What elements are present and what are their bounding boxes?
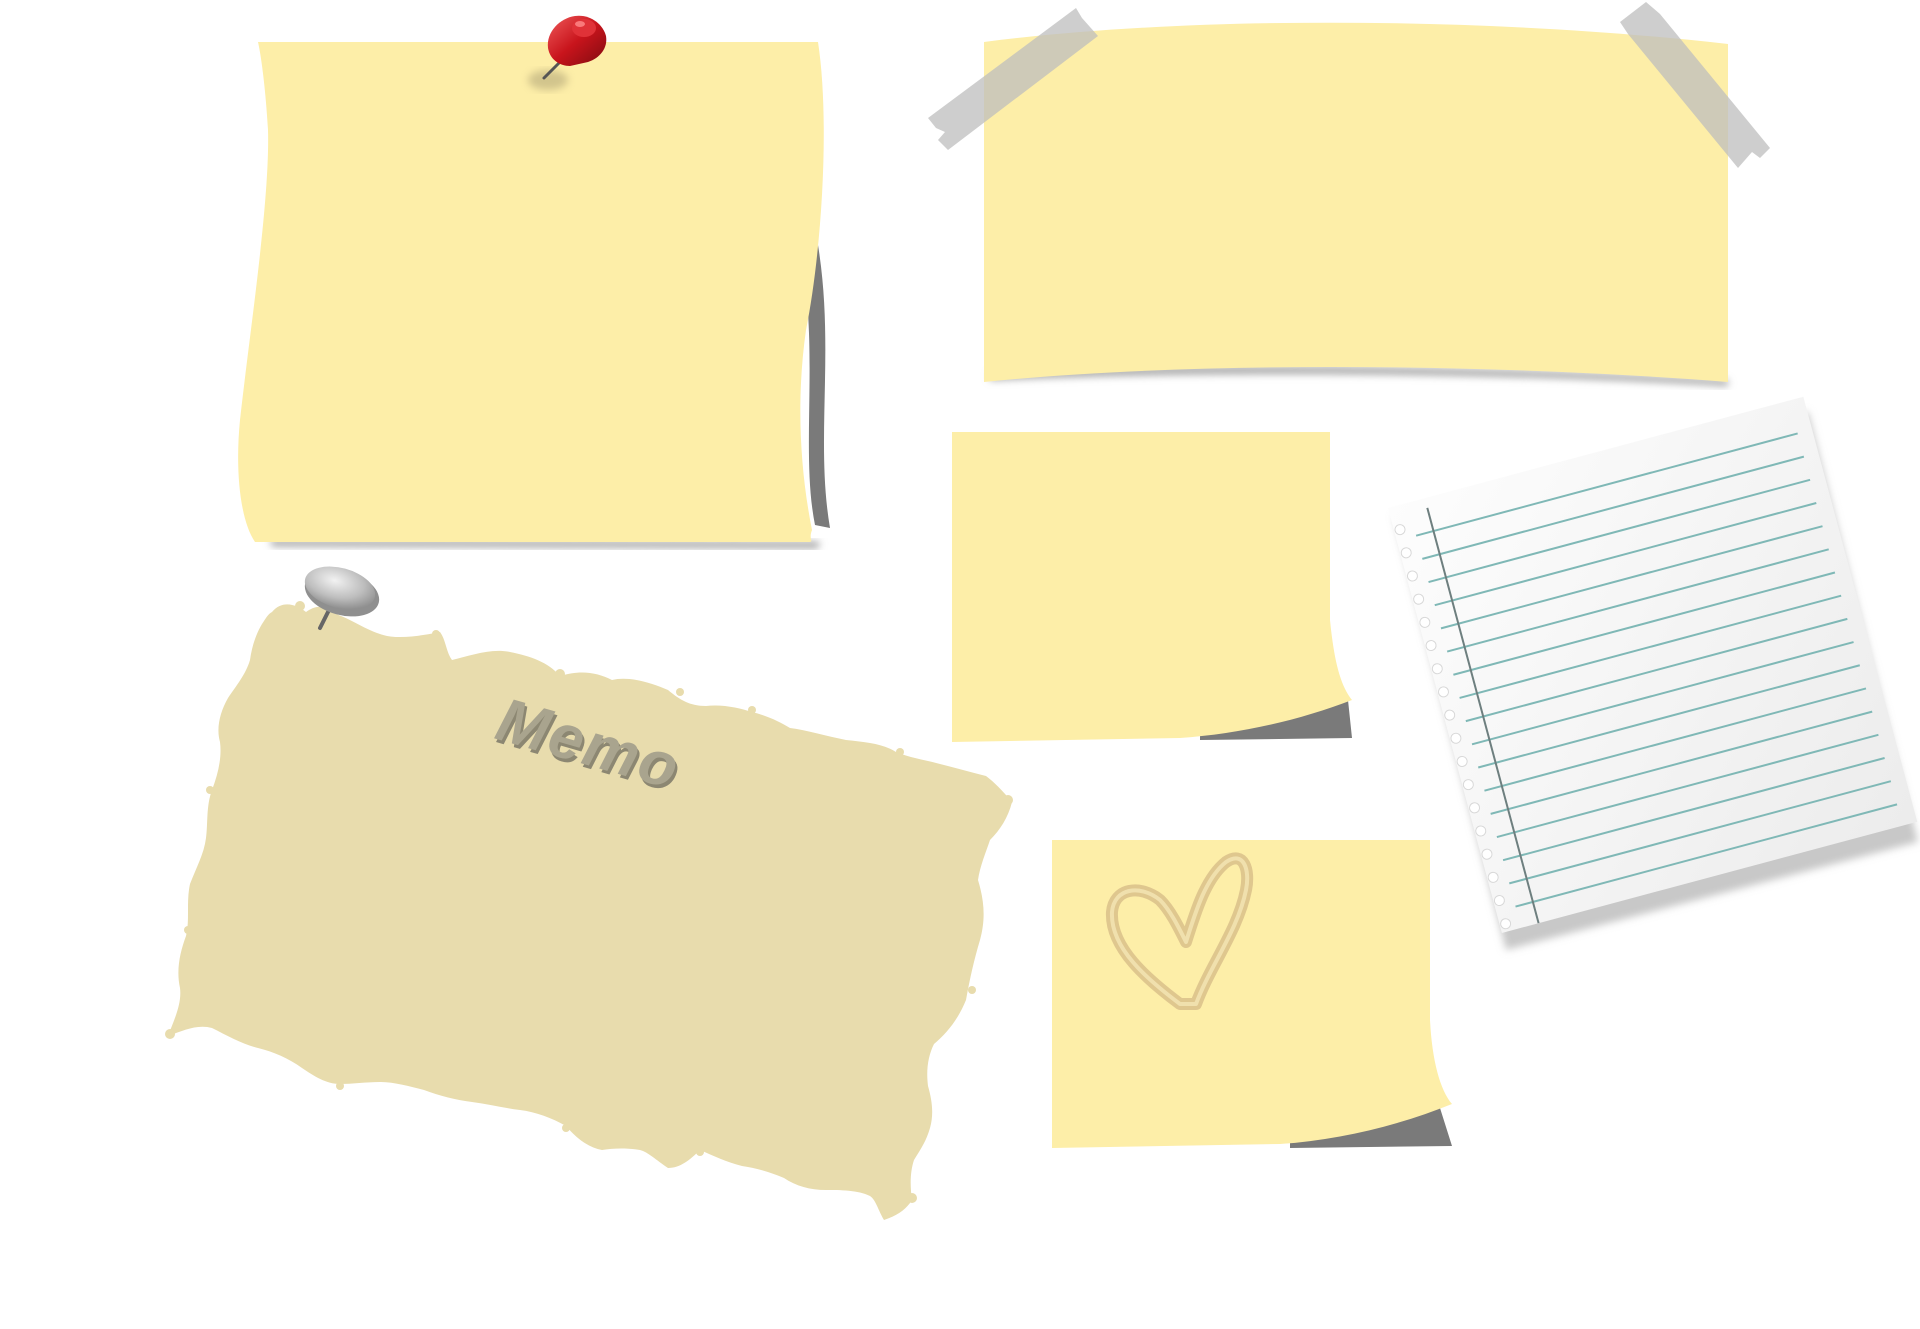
sticky-notes-board: Memo Memo bbox=[165, 2, 1918, 1220]
sticky-note-curled-square[interactable] bbox=[952, 432, 1352, 742]
notebook-page[interactable] bbox=[1388, 396, 1918, 950]
sticky-note-taped-paper bbox=[984, 22, 1728, 382]
torn-memo-paper-sheet bbox=[168, 604, 1012, 1220]
sticky-note-curled-square-paper bbox=[952, 432, 1352, 742]
sticky-note-pinned[interactable] bbox=[238, 15, 830, 548]
sticky-note-taped[interactable] bbox=[928, 2, 1770, 386]
sticky-note-heart[interactable] bbox=[1052, 840, 1452, 1148]
torn-memo-paper[interactable]: Memo Memo bbox=[165, 559, 1013, 1220]
sticky-note-pinned-paper bbox=[238, 42, 824, 542]
